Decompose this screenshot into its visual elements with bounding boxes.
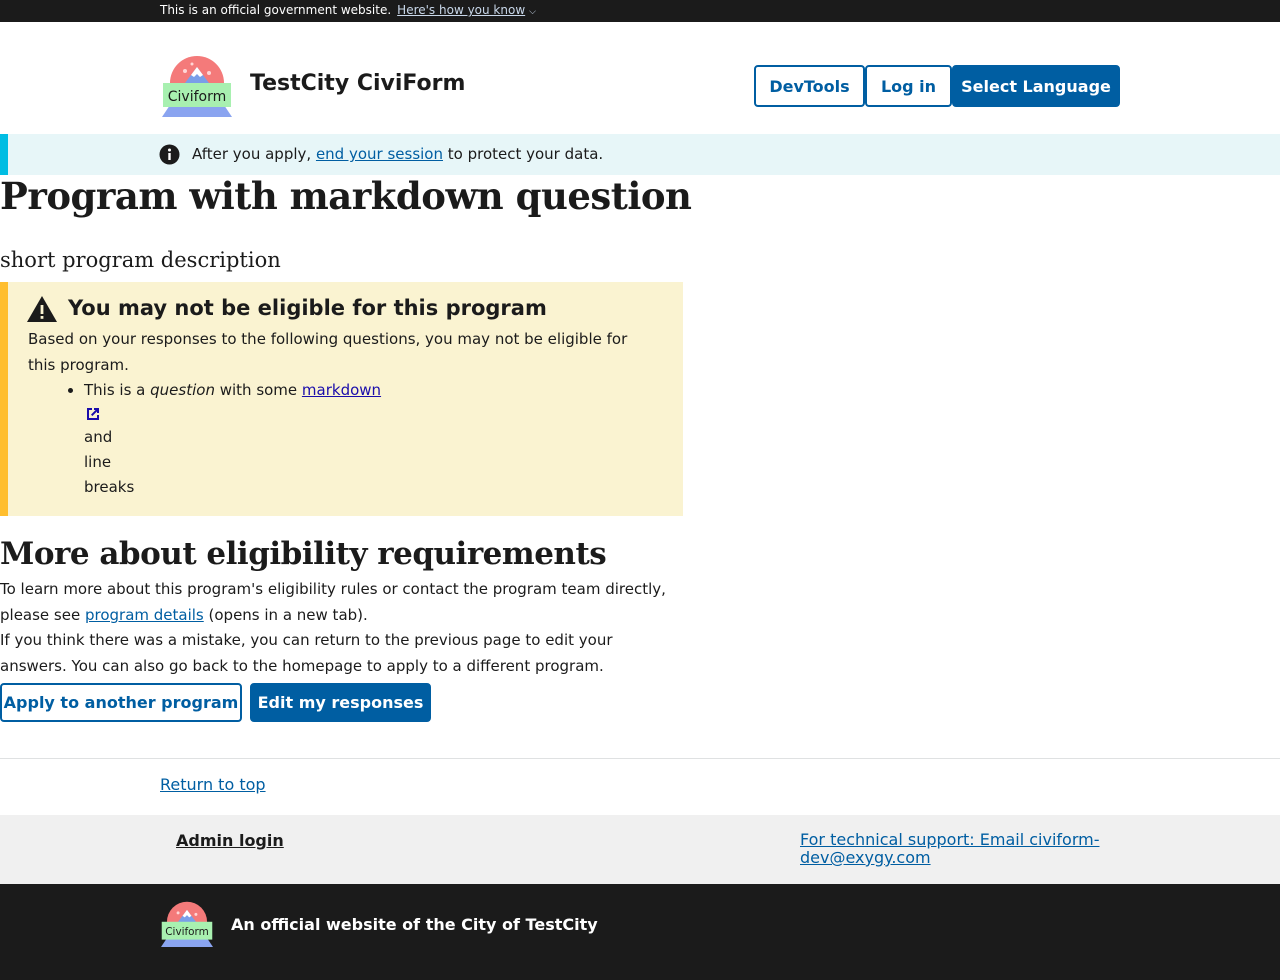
select-language-button[interactable]: Select Language [952,65,1120,107]
list-item: This is a question with some markdown an… [84,378,381,500]
civiform-logo: Civiform [161,901,213,948]
eligibility-alert-heading: You may not be eligible for this program [68,296,547,320]
question-text-middle: with some [214,381,302,399]
end-session-link[interactable]: end your session [316,145,443,163]
footer-identifier: Civiform An official website of the City… [0,884,1280,980]
logo-text: Civiform [165,926,208,938]
civiform-logo[interactable]: Civiform [162,55,232,117]
program-details-text-after: (opens in a new tab). [203,606,368,624]
footer-links: Admin login For technical support: Email… [0,815,1280,884]
eligibility-alert: You may not be eligible for this program… [0,282,683,516]
gov-banner-how-you-know-link[interactable]: Here's how you know [397,3,525,17]
info-icon [159,144,180,165]
question-line-3: breaks [84,478,135,496]
more-eligibility-heading: More about eligibility requirements [0,536,607,572]
program-description: short program description [0,248,281,272]
program-details-link[interactable]: program details [85,606,204,624]
login-button[interactable]: Log in [865,65,952,107]
warning-icon [27,296,57,322]
mistake-paragraph: If you think there was a mistake, you ca… [0,631,613,675]
page-title: Program with markdown question [0,174,692,218]
site-title[interactable]: TestCity CiviForm [250,71,465,96]
devtools-button[interactable]: DevTools [754,65,865,107]
divider [0,758,1280,759]
session-alert-text-after: to protect your data. [442,145,604,163]
session-alert-text-before: After you apply, [192,145,316,163]
edit-responses-button[interactable]: Edit my responses [250,683,431,722]
official-website-text: An official website of the City of TestC… [231,915,598,934]
session-alert: After you apply, end your session to pro… [0,134,1280,175]
chevron-down-icon[interactable]: ⌵ [529,7,536,17]
question-text-emphasis: question [150,381,215,399]
return-to-top-link[interactable]: Return to top [160,775,266,794]
gov-banner-text: This is an official government website. [160,3,392,17]
question-text-prefix: This is a [84,381,151,399]
session-alert-message: After you apply, end your session to pro… [192,145,603,163]
question-line-2: line [84,453,112,471]
logo-text: Civiform [168,89,226,105]
question-line-1: and [84,428,113,446]
external-link-icon[interactable] [84,405,102,423]
markdown-link[interactable]: markdown [302,381,381,399]
gov-banner-content: This is an official government website. H… [160,3,536,17]
program-details-paragraph: To learn more about this program's eligi… [0,576,680,628]
ineligible-question-list: This is a question with some markdown an… [62,378,381,500]
eligibility-alert-body: Based on your responses to the following… [28,330,628,374]
admin-login-link[interactable]: Admin login [176,831,284,850]
technical-support-link[interactable]: For technical support: Email civiform-de… [800,831,1100,867]
site-header: Civiform TestCity CiviForm DevTools Log … [0,22,1280,134]
apply-another-program-button[interactable]: Apply to another program [0,683,242,722]
gov-banner: This is an official government website. H… [0,0,1280,22]
